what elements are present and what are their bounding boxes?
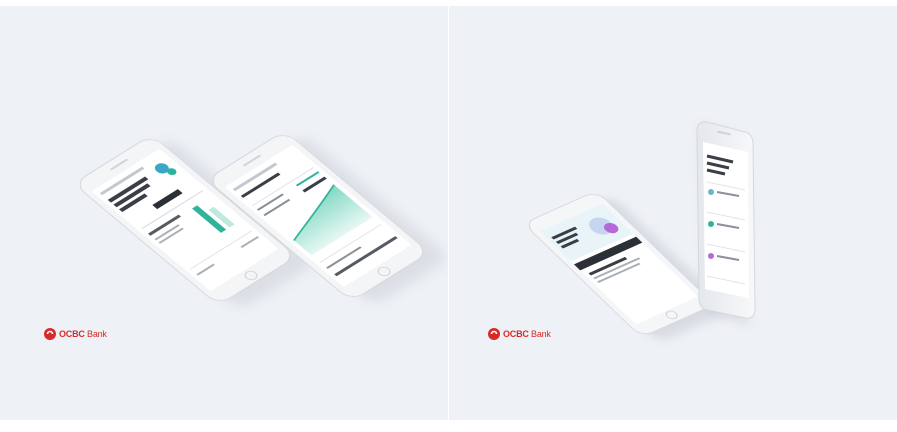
right-panel: OCBC Bank — [449, 6, 897, 420]
brand-suffix: Bank — [531, 329, 551, 339]
brand-logo: OCBC Bank — [44, 328, 107, 340]
left-panel: OCBC Bank — [0, 6, 448, 420]
left-phones-scene — [79, 135, 445, 306]
brand-name: OCBC — [59, 329, 85, 339]
ocbc-logo-icon — [488, 328, 500, 340]
phone-upright-roadmap — [696, 121, 756, 324]
brand-logo: OCBC Bank — [488, 328, 551, 340]
right-phones-scene — [528, 121, 756, 340]
ocbc-logo-icon — [44, 328, 56, 340]
brand-suffix: Bank — [87, 329, 107, 339]
brand-name: OCBC — [503, 329, 529, 339]
